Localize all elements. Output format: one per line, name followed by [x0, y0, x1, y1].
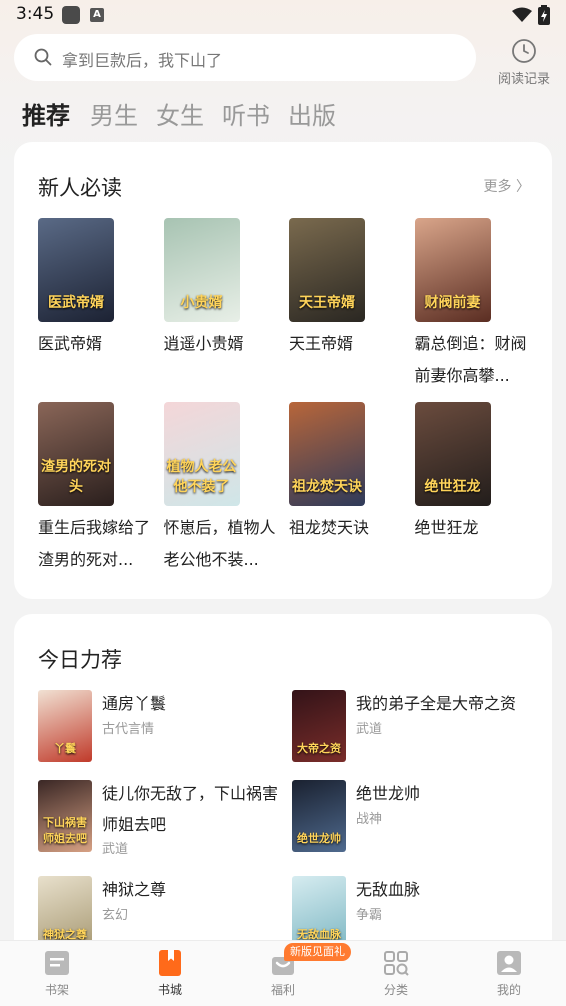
nav-label: 分类 — [383, 983, 408, 997]
bookshelf-icon — [45, 951, 69, 975]
battery-icon — [538, 5, 550, 25]
nav-label: 福利 — [270, 983, 295, 997]
book-title: 通房丫鬟 — [102, 694, 167, 713]
cover-title: 绝世狂龙 — [424, 479, 481, 495]
book-item[interactable]: 天王帝婿 天王帝婿 — [289, 218, 407, 392]
more-link[interactable]: 更多 〉 — [484, 176, 530, 196]
book-cover[interactable]: 渣男的死对头 — [38, 402, 114, 506]
book-cover[interactable]: 绝世龙帅 — [292, 780, 346, 852]
book-cover[interactable]: 大帝之资 — [292, 690, 346, 762]
cover-title: 财阀前妻 — [424, 295, 481, 311]
book-item[interactable]: 植物人老公他不装了怀崽后，植物人老公他不装... — [163, 402, 282, 576]
cover-title: 丫鬟 — [54, 742, 76, 755]
book-title: 天王帝婿 — [289, 334, 354, 353]
recommend-item[interactable]: 绝世龙帅 绝世龙帅 战神 — [292, 780, 532, 860]
category-icon — [384, 951, 409, 976]
clock-icon — [512, 39, 536, 63]
profile-icon — [497, 951, 521, 975]
search-input[interactable]: 拿到巨款后，我下山了 — [14, 34, 476, 81]
book-title: 怀崽后，植物人老公他不装... — [163, 518, 276, 569]
cover-title: 祖龙焚天诀 — [292, 479, 362, 495]
book-cover[interactable]: 丫鬟 — [38, 690, 92, 762]
book-genre-tag: 玄幻 — [102, 908, 129, 923]
section-title: 今日力荐 — [38, 648, 122, 672]
section-title: 新人必读 — [38, 176, 122, 200]
book-genre-tag: 古代言情 — [102, 722, 155, 737]
book-item[interactable]: 绝世狂龙 绝世狂龙 — [414, 402, 533, 576]
bottom-navigation: 书架 书城 福利 分类 我的 — [0, 940, 566, 1006]
reading-history-button[interactable]: 阅读记录 — [494, 38, 554, 87]
book-title: 祖龙焚天诀 — [289, 518, 370, 537]
recommend-item[interactable]: 下山祸害师姐去吧 徒儿你无敌了，下山祸害师姐去吧武道 — [38, 780, 278, 860]
book-item[interactable]: 小贵婿 逍遥小贵婿 — [163, 218, 282, 392]
cover-title: 医武帝婿 — [48, 295, 104, 311]
book-cover[interactable]: 植物人老公他不装了 — [163, 402, 240, 506]
tab-audio[interactable]: 听书 — [222, 96, 270, 131]
book-cover[interactable]: 天王帝婿 — [289, 218, 365, 322]
nav-label: 我的 — [496, 983, 521, 997]
recommend-item[interactable]: 丫鬟 通房丫鬟古代言情 — [38, 690, 278, 770]
book-item[interactable]: 渣男的死对头重生后我嫁给了渣男的死对... — [38, 402, 156, 576]
nav-category[interactable]: 分类 — [356, 949, 436, 998]
cover-title: 大帝之资 — [297, 742, 341, 755]
book-title: 绝世龙帅 — [356, 784, 421, 803]
book-title: 我的弟子全是大帝之资 — [356, 694, 517, 713]
book-cover[interactable]: 财阀前妻 — [414, 218, 491, 322]
book-cover[interactable]: 无敌血脉 — [292, 876, 346, 948]
tab-male[interactable]: 男生 — [90, 96, 138, 131]
tab-female[interactable]: 女生 — [156, 96, 204, 131]
status-time: 3:45 — [16, 4, 55, 24]
cover-title: 渣男的死对头 — [41, 459, 111, 495]
tab-recommend[interactable]: 推荐 — [22, 96, 70, 131]
book-genre-tag: 争霸 — [356, 908, 383, 923]
new-reader-section: 新人必读 更多 〉 医武帝婿 医武帝婿 小贵婿 逍遥小贵婿 天王帝婿 天王帝婿 财阀前妻 霸总… — [14, 142, 552, 599]
new-user-gift-badge[interactable]: 新版见面礼 — [284, 943, 351, 961]
book-title: 医武帝婿 — [38, 334, 103, 353]
book-cover[interactable]: 小贵婿 — [163, 218, 240, 322]
book-title: 无敌血脉 — [356, 880, 421, 899]
cover-title: 植物人老公他不装了 — [166, 459, 237, 495]
book-title: 绝世狂龙 — [414, 518, 479, 537]
cover-title: 下山祸害师姐去吧 — [43, 816, 87, 845]
status-bar: 3:45 A — [0, 0, 566, 30]
notification-icon — [62, 6, 80, 24]
search-placeholder: 拿到巨款后，我下山了 — [62, 51, 223, 70]
book-title: 逍遥小贵婿 — [163, 334, 244, 353]
nav-profile[interactable]: 我的 — [469, 949, 549, 998]
cover-title: 小贵婿 — [180, 295, 223, 311]
book-item[interactable]: 医武帝婿 医武帝婿 — [38, 218, 156, 392]
recommend-item[interactable]: 大帝之资 我的弟子全是大帝之资武道 — [292, 690, 532, 770]
book-item[interactable]: 财阀前妻霸总倒追：财阀前妻你高攀... — [414, 218, 533, 392]
tab-publish[interactable]: 出版 — [288, 96, 336, 131]
wifi-icon — [512, 7, 532, 22]
book-cover[interactable]: 绝世狂龙 — [414, 402, 491, 506]
nav-label: 书城 — [157, 983, 182, 997]
cover-title: 绝世龙帅 — [297, 832, 341, 845]
app-notification-icon: A — [90, 8, 104, 22]
cover-title: 天王帝婿 — [299, 295, 355, 311]
book-item[interactable]: 祖龙焚天诀 祖龙焚天诀 — [289, 402, 407, 576]
book-cover[interactable]: 医武帝婿 — [38, 218, 114, 322]
search-icon — [34, 48, 52, 66]
nav-bookstore[interactable]: 书城 — [130, 949, 210, 998]
nav-label: 书架 — [44, 983, 69, 997]
book-title: 霸总倒追：财阀前妻你高攀... — [414, 334, 527, 385]
book-cover[interactable]: 神狱之尊 — [38, 876, 92, 948]
book-title: 重生后我嫁给了渣男的死对... — [38, 518, 151, 569]
book-genre-tag: 武道 — [356, 722, 383, 737]
book-title: 徒儿你无敌了，下山祸害师姐去吧 — [102, 784, 279, 834]
book-title: 神狱之尊 — [102, 880, 167, 899]
nav-bookshelf[interactable]: 书架 — [17, 949, 97, 998]
book-cover[interactable]: 下山祸害师姐去吧 — [38, 780, 92, 852]
reading-history-label: 阅读记录 — [497, 72, 550, 87]
bookstore-icon — [159, 950, 181, 976]
book-genre-tag: 武道 — [102, 842, 129, 857]
book-genre-tag: 战神 — [356, 812, 383, 827]
book-cover[interactable]: 祖龙焚天诀 — [289, 402, 365, 506]
